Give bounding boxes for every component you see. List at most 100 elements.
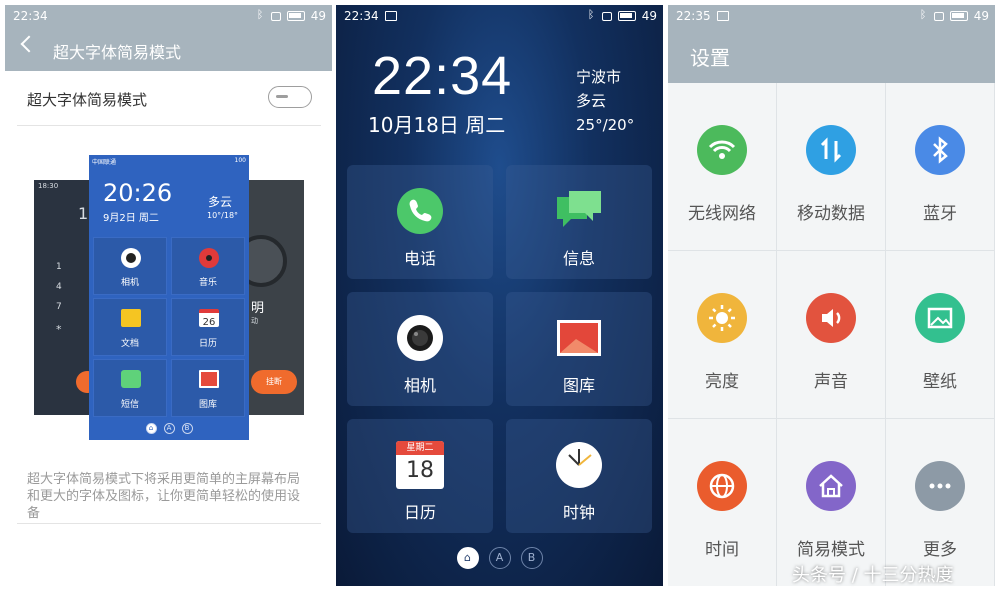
divider bbox=[17, 523, 321, 524]
page-dot-a[interactable]: A bbox=[488, 547, 511, 569]
phone-icon bbox=[396, 187, 444, 235]
page-title: 设置 bbox=[690, 46, 730, 70]
preview-tile-label: 日历 bbox=[198, 339, 217, 349]
more-icon bbox=[915, 461, 965, 511]
setting-time[interactable]: 时间 bbox=[668, 419, 776, 586]
folder-icon bbox=[121, 309, 141, 327]
preview-tile-label: 相机 bbox=[120, 278, 139, 288]
globe-icon bbox=[697, 461, 747, 511]
back-arrow-icon[interactable] bbox=[20, 35, 38, 53]
weather-widget[interactable]: 宁波市 多云 25°/20° bbox=[576, 65, 634, 137]
settings-grid: 无线网络 移动数据 蓝牙 亮度 声音 壁纸 时间 简易模式 更多 bbox=[668, 83, 995, 586]
preview-key: 4 bbox=[56, 282, 62, 292]
app-tile-clock[interactable]: 时钟 bbox=[506, 419, 652, 533]
page-dot-b[interactable]: B bbox=[520, 547, 543, 569]
weather-temperature: 25°/20° bbox=[576, 116, 635, 134]
mobile-data-icon bbox=[806, 125, 856, 175]
app-tile-label: 信息 bbox=[562, 249, 595, 268]
preview-simple-home-screen: 中国联通 100 20:26 9月2日 周二 多云 10°/18° 相机 音乐 … bbox=[89, 155, 249, 440]
setting-label: 移动数据 bbox=[797, 204, 865, 224]
settings-header: 22:34 49 超大字体简易模式 bbox=[5, 5, 332, 71]
app-tile-phone[interactable]: 电话 bbox=[347, 165, 493, 279]
sim-status-icon bbox=[933, 11, 944, 21]
app-tile-label: 时钟 bbox=[562, 503, 595, 522]
battery-icon bbox=[286, 11, 305, 21]
gallery-icon bbox=[555, 314, 603, 362]
camera-icon bbox=[121, 248, 141, 268]
bluetooth-status-icon bbox=[920, 8, 928, 22]
sound-icon bbox=[806, 293, 856, 343]
setting-sound[interactable]: 声音 bbox=[777, 251, 885, 418]
preview-tile-documents: 文档 bbox=[93, 298, 167, 356]
preview-tile-label: 文档 bbox=[120, 339, 139, 349]
battery-level: 49 bbox=[310, 9, 326, 23]
preview-tile-label: 音乐 bbox=[198, 278, 217, 288]
brightness-icon bbox=[697, 293, 747, 343]
wifi-icon bbox=[697, 125, 747, 175]
status-bar: 22:34 49 bbox=[336, 5, 663, 27]
bluetooth-icon bbox=[915, 125, 965, 175]
setting-label: 声音 bbox=[814, 372, 848, 392]
sim-status-icon bbox=[601, 11, 612, 21]
app-tile-gallery[interactable]: 图库 bbox=[506, 292, 652, 406]
simple-mode-toggle[interactable] bbox=[268, 86, 312, 108]
setting-wallpaper[interactable]: 壁纸 bbox=[886, 251, 994, 418]
preview-digit: 1 bbox=[78, 204, 89, 223]
bluetooth-status-icon bbox=[588, 8, 596, 22]
status-bar: 22:34 49 bbox=[5, 5, 332, 27]
setting-wifi[interactable]: 无线网络 bbox=[668, 83, 776, 250]
clock-widget-time[interactable]: 22:34 bbox=[372, 45, 512, 107]
preview-weather: 多云 bbox=[208, 195, 233, 209]
preview-tile-label: 短信 bbox=[120, 400, 139, 410]
preview-page-indicator: ⌂ A B bbox=[89, 423, 249, 434]
setting-label: 简易模式 bbox=[797, 540, 865, 560]
preview-tile-music: 音乐 bbox=[171, 237, 245, 295]
home-page-dot[interactable]: ⌂ bbox=[456, 547, 479, 569]
page-title: 超大字体简易模式 bbox=[53, 43, 182, 62]
setting-bluetooth[interactable]: 蓝牙 bbox=[886, 83, 994, 250]
battery-icon bbox=[949, 11, 968, 21]
settings-header: 22:35 49 设置 bbox=[668, 5, 995, 83]
weather-city: 宁波市 bbox=[576, 68, 622, 86]
setting-mobile-data[interactable]: 移动数据 bbox=[777, 83, 885, 250]
app-tile-calendar[interactable]: 星期二 18 日历 bbox=[347, 419, 493, 533]
preview-temp: 10°/18° bbox=[207, 211, 239, 220]
wallpaper-icon bbox=[915, 293, 965, 343]
app-tile-label: 相机 bbox=[403, 376, 436, 395]
preview-caller-sub: 动 bbox=[251, 317, 258, 325]
setting-label: 壁纸 bbox=[923, 372, 957, 392]
calendar-icon: 星期二 18 bbox=[396, 441, 444, 489]
app-tile-camera[interactable]: 相机 bbox=[347, 292, 493, 406]
page-indicator: ⌂ A B bbox=[336, 547, 663, 569]
preview-tile-label: 图库 bbox=[198, 400, 217, 410]
gallery-icon bbox=[199, 370, 219, 388]
preview-avatar bbox=[249, 235, 287, 287]
music-icon bbox=[199, 248, 219, 268]
preview-key: * bbox=[56, 323, 62, 336]
setting-label: 超大字体简易模式 bbox=[27, 91, 148, 109]
home-icon bbox=[806, 461, 856, 511]
app-tile-label: 日历 bbox=[403, 503, 436, 522]
message-icon bbox=[555, 187, 603, 235]
preview-date: 9月2日 周二 bbox=[103, 213, 159, 224]
preview-calendar-day: 26 bbox=[202, 317, 216, 328]
simple-settings-screen: 22:35 49 设置 无线网络 移动数据 蓝 bbox=[668, 5, 995, 586]
setting-brightness[interactable]: 亮度 bbox=[668, 251, 776, 418]
app-tile-messages[interactable]: 信息 bbox=[506, 165, 652, 279]
setting-label: 亮度 bbox=[705, 372, 739, 392]
preview-tile-messages: 短信 bbox=[93, 359, 167, 417]
bluetooth-status-icon bbox=[257, 8, 265, 22]
home-page-dot: ⌂ bbox=[145, 423, 157, 434]
preview-clock: 20:26 bbox=[103, 179, 173, 207]
weather-condition: 多云 bbox=[576, 92, 607, 110]
page-dot-b: B bbox=[181, 423, 193, 434]
calendar-day: 18 bbox=[406, 458, 434, 483]
preview-tile-calendar: 26 日历 bbox=[171, 298, 245, 356]
calendar-icon: 26 bbox=[199, 309, 219, 328]
preview-hangup-button: 挂断 bbox=[251, 370, 297, 394]
image-notification-icon bbox=[384, 11, 397, 21]
message-icon bbox=[121, 370, 141, 388]
mode-description: 超大字体简易模式下将采用更简单的主屏幕布局和更大的字体及图标，让你更简单轻松的使… bbox=[27, 472, 301, 521]
preview-tile-gallery: 图库 bbox=[171, 359, 245, 417]
divider bbox=[17, 125, 321, 126]
